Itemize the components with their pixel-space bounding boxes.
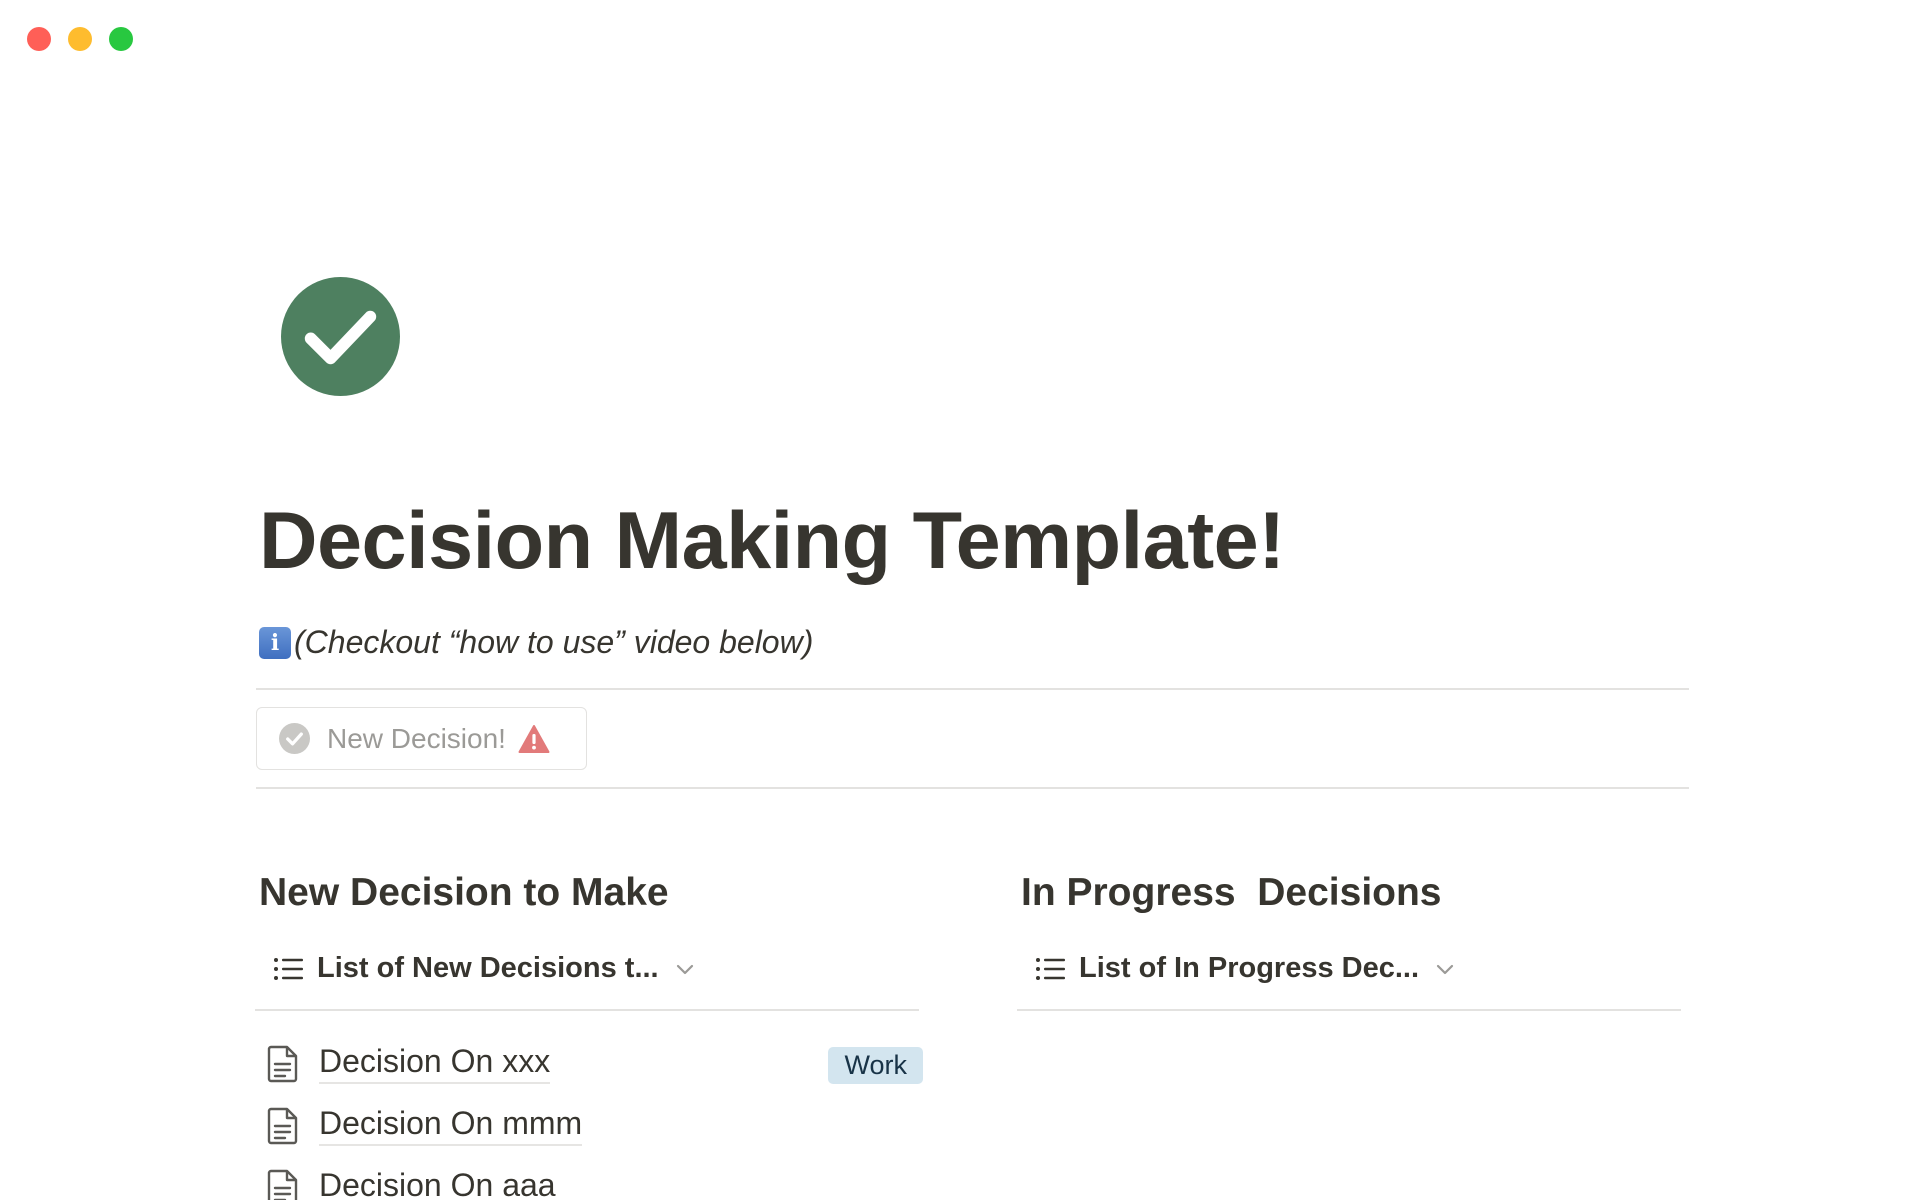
- list-item[interactable]: Decision On mmm: [259, 1095, 923, 1157]
- new-decisions-heading: New Decision to Make: [259, 871, 669, 914]
- list-item[interactable]: Decision On xxx Work: [259, 1033, 923, 1095]
- window-controls: [27, 27, 133, 51]
- new-decision-button[interactable]: New Decision!: [256, 707, 587, 770]
- view-tab-label: List of In Progress Dec...: [1079, 952, 1420, 985]
- in-progress-view-tab[interactable]: List of In Progress Dec...: [1021, 947, 1685, 991]
- close-window-button[interactable]: [27, 27, 51, 51]
- check-circle-icon[interactable]: [281, 277, 400, 396]
- warning-icon: [518, 724, 550, 753]
- chevron-down-icon[interactable]: [1435, 962, 1455, 976]
- list-icon: [274, 957, 303, 980]
- new-decisions-view-tab[interactable]: List of New Decisions t...: [259, 947, 923, 991]
- category-tag: Work: [828, 1046, 923, 1084]
- info-icon: i: [259, 626, 291, 659]
- document-icon: [267, 1169, 298, 1200]
- maximize-window-button[interactable]: [109, 27, 133, 51]
- in-progress-heading: In Progress Decisions: [1021, 871, 1442, 914]
- list-item[interactable]: Decision On aaa: [259, 1157, 923, 1200]
- list-icon: [1036, 957, 1065, 980]
- in-progress-column: In Progress Decisions List of In Progres…: [1017, 870, 1685, 1011]
- minimize-window-button[interactable]: [68, 27, 92, 51]
- decision-title[interactable]: Decision On mmm: [319, 1105, 583, 1147]
- divider: [1017, 1008, 1681, 1011]
- subtitle-text: (Checkout “how to use” video below): [294, 624, 814, 660]
- decision-list: Decision On xxx Work Decision On mmm Dec…: [259, 1033, 923, 1200]
- decision-title[interactable]: Decision On aaa: [319, 1167, 556, 1200]
- page-title[interactable]: Decision Making Template!: [259, 496, 1285, 586]
- document-icon: [267, 1107, 298, 1144]
- new-decision-label: New Decision!: [327, 722, 506, 754]
- chevron-down-icon[interactable]: [675, 962, 695, 976]
- page-subtitle: i (Checkout “how to use” video below): [259, 624, 813, 661]
- notion-window: Decision Making Template! i (Checkout “h…: [0, 0, 1920, 1200]
- decision-title[interactable]: Decision On xxx: [319, 1043, 551, 1085]
- divider: [256, 787, 1689, 789]
- view-tab-label: List of New Decisions t...: [317, 952, 659, 985]
- check-circle-icon: [279, 723, 310, 754]
- divider: [255, 1008, 919, 1011]
- new-decisions-column: New Decision to Make List of New Decisio…: [255, 870, 923, 1200]
- divider: [256, 688, 1689, 690]
- document-icon: [267, 1045, 298, 1082]
